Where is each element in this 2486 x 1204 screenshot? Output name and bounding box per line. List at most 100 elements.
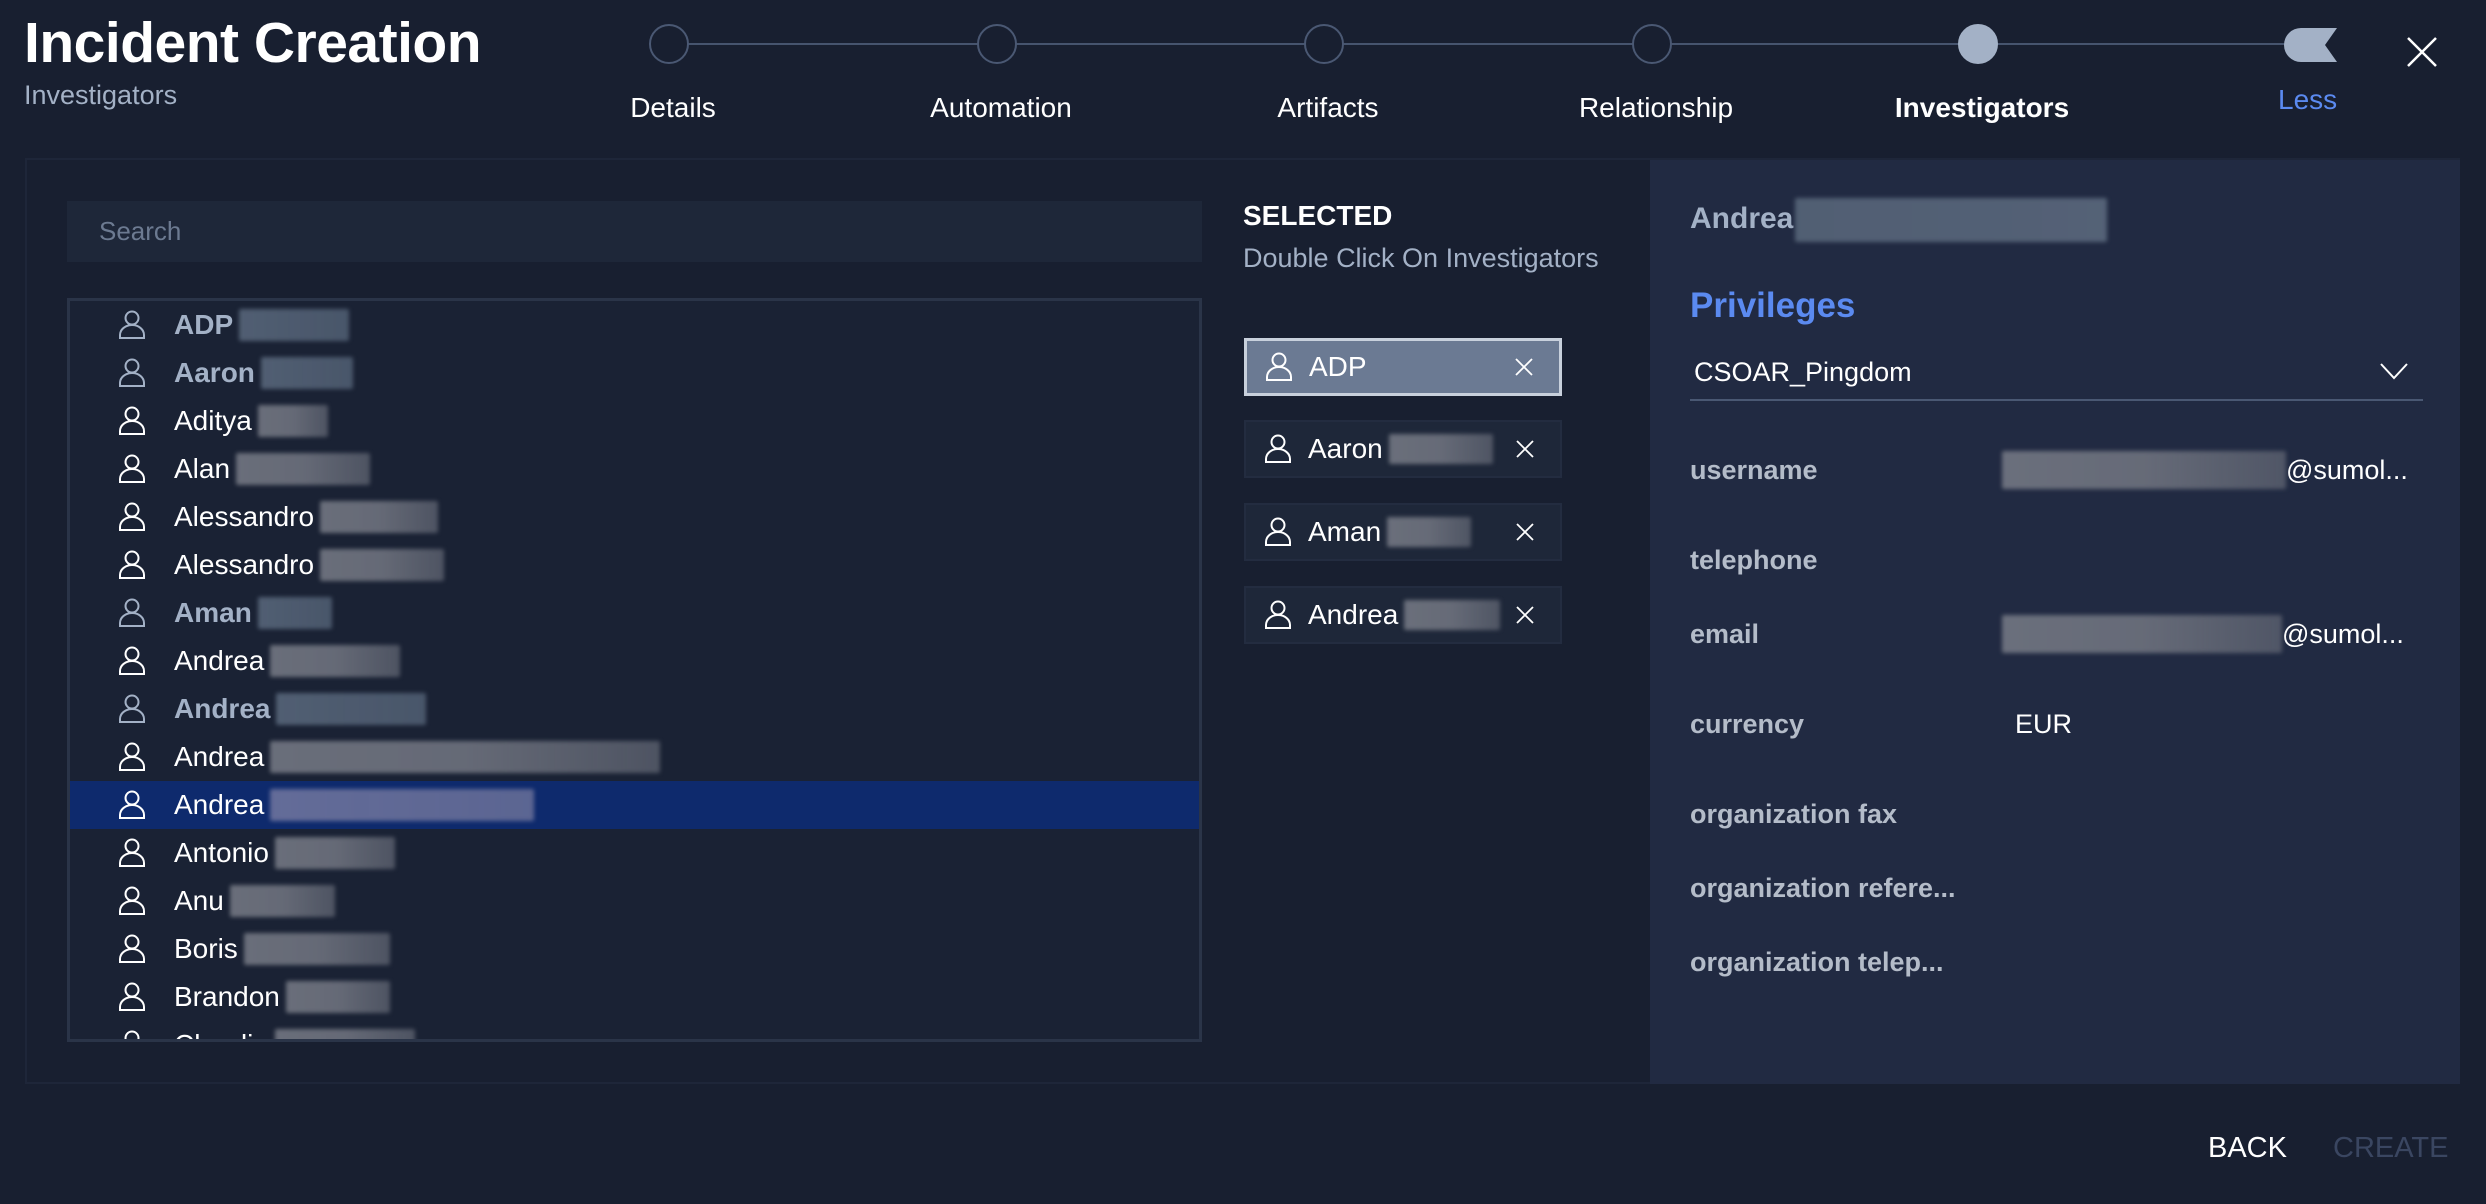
create-button[interactable]: CREATE <box>2333 1132 2448 1165</box>
privileges-selected-value: CSOAR_Pingdom <box>1694 356 1912 387</box>
selected-investigator-chip[interactable]: Aman <box>1244 503 1562 561</box>
investigator-list[interactable]: ADP Aaron Aditya Alan Alessandro Alessandro Am… <box>67 298 1202 1042</box>
remove-icon[interactable] <box>1513 356 1535 378</box>
person-icon <box>118 982 146 1012</box>
person-icon <box>118 310 146 340</box>
redacted-surname <box>236 453 371 485</box>
privileges-dropdown[interactable]: CSOAR_Pingdom <box>1690 345 2423 401</box>
investigator-list-item[interactable]: Boris <box>70 925 1199 973</box>
investigator-list-item[interactable]: Brandon <box>70 973 1199 1021</box>
investigator-list-item[interactable]: Andrea <box>70 637 1199 685</box>
person-icon <box>118 454 146 484</box>
person-icon <box>118 598 146 628</box>
investigator-list-item[interactable]: Alessandro <box>70 541 1199 589</box>
field-value: EUR <box>2015 709 2072 740</box>
field-label: username <box>1690 455 1818 485</box>
investigator-name: Brandon <box>174 981 280 1012</box>
investigator-name: Alan <box>174 453 231 484</box>
person-icon <box>118 838 146 868</box>
chevron-down-icon <box>2380 363 2408 380</box>
field-label: currency <box>1690 709 1805 739</box>
investigator-list-item[interactable]: Aman <box>70 589 1199 637</box>
field-value: @sumol... <box>2002 451 2408 489</box>
person-icon <box>1264 600 1292 630</box>
redacted-surname <box>285 981 390 1013</box>
field-label: organization telep... <box>1690 947 1944 977</box>
redacted-surname <box>239 309 350 341</box>
selected-investigator-name: Andrea <box>1308 599 1399 630</box>
flag-icon[interactable] <box>2283 26 2339 64</box>
selected-hint: Double Click On Investigators <box>1243 243 1599 273</box>
step-investigators-indicator[interactable] <box>1958 24 1998 64</box>
selected-title: SELECTED <box>1243 200 1393 231</box>
person-icon <box>1265 352 1293 382</box>
person-icon <box>1264 434 1292 464</box>
page-title: Incident Creation <box>24 11 482 75</box>
step-automation[interactable]: Automation <box>930 92 1072 124</box>
redacted-surname <box>243 933 390 965</box>
field-value: @sumol... <box>2002 615 2404 653</box>
redacted-surname <box>1404 600 1501 630</box>
investigator-list-item[interactable]: Andrea <box>70 685 1199 733</box>
investigator-name: Andrea <box>174 789 265 820</box>
search-input[interactable] <box>67 201 1202 262</box>
page-subtitle: Investigators <box>24 80 178 110</box>
investigator-list-item[interactable]: Alan <box>70 445 1199 493</box>
redacted-surname <box>260 357 353 389</box>
investigator-list-item[interactable]: ADP <box>70 301 1199 349</box>
step-automation-indicator[interactable] <box>977 24 1017 64</box>
investigator-list-item[interactable]: Aditya <box>70 397 1199 445</box>
less-toggle[interactable]: Less <box>2278 84 2337 116</box>
redacted-surname <box>270 645 401 677</box>
step-relationship[interactable]: Relationship <box>1579 92 1733 124</box>
investigator-name: Aditya <box>174 405 252 436</box>
field-value-text: @sumol... <box>2286 454 2408 485</box>
step-artifacts[interactable]: Artifacts <box>1277 92 1378 124</box>
investigator-name: Anu <box>174 885 224 916</box>
investigator-name: Alessandro <box>174 501 315 532</box>
selected-investigator-chip[interactable]: ADP <box>1244 338 1562 396</box>
person-icon <box>118 550 146 580</box>
person-icon <box>1264 517 1292 547</box>
selected-investigator-chip[interactable]: Aaron <box>1244 420 1562 478</box>
step-artifacts-indicator[interactable] <box>1304 24 1344 64</box>
redacted-surname <box>257 405 328 437</box>
redacted-surname <box>1388 434 1493 464</box>
person-icon <box>118 790 146 820</box>
investigator-list-item[interactable]: Anu <box>70 877 1199 925</box>
investigator-name: Aaron <box>174 357 255 388</box>
investigator-name: Claudio <box>174 1029 269 1039</box>
person-icon <box>118 934 146 964</box>
redacted-surname <box>274 1029 415 1039</box>
investigator-list-item[interactable]: Alessandro <box>70 493 1199 541</box>
investigator-list-item[interactable]: Andrea <box>70 781 1199 829</box>
close-icon[interactable] <box>2400 30 2444 74</box>
remove-icon[interactable] <box>1514 521 1536 543</box>
remove-icon[interactable] <box>1514 438 1536 460</box>
investigator-list-item[interactable]: Claudio <box>70 1021 1199 1039</box>
person-icon <box>118 886 146 916</box>
step-investigators[interactable]: Investigators <box>1895 92 2069 124</box>
redacted-surname <box>270 789 535 821</box>
investigator-list-item[interactable]: Aaron <box>70 349 1199 397</box>
selected-investigator-name: Aman <box>1308 516 1382 547</box>
redacted-surname <box>1795 198 2108 242</box>
step-details-indicator[interactable] <box>649 24 689 64</box>
investigator-name: ADP <box>174 309 234 340</box>
investigator-list-item[interactable]: Antonio <box>70 829 1199 877</box>
redacted-surname <box>270 741 661 773</box>
field-label: organization refere... <box>1690 873 1956 903</box>
selected-investigator-chip[interactable]: Andrea <box>1244 586 1562 644</box>
field-label: telephone <box>1690 545 1818 575</box>
redacted-value <box>2002 615 2282 653</box>
investigator-name: Aman <box>174 597 252 628</box>
privileges-title: Privileges <box>1690 286 1856 325</box>
field-label: organization fax <box>1690 799 1898 829</box>
step-relationship-indicator[interactable] <box>1632 24 1672 64</box>
back-button[interactable]: BACK <box>2208 1132 2287 1165</box>
redacted-surname <box>276 693 427 725</box>
investigator-list-item[interactable]: Andrea <box>70 733 1199 781</box>
step-details[interactable]: Details <box>630 92 716 124</box>
person-icon <box>118 742 146 772</box>
remove-icon[interactable] <box>1514 604 1536 626</box>
